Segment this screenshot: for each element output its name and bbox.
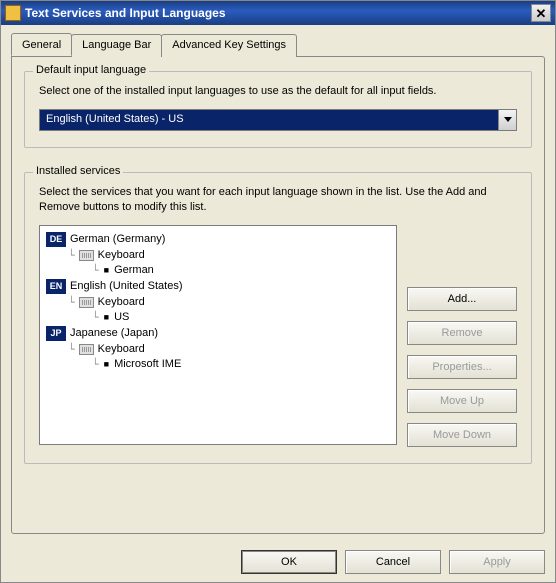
category-row[interactable]: └ Keyboard bbox=[68, 249, 390, 262]
bullet-icon: ■ bbox=[104, 359, 109, 369]
apply-button[interactable]: Apply bbox=[449, 550, 545, 574]
category-row[interactable]: └ Keyboard bbox=[68, 296, 390, 309]
add-button[interactable]: Add... bbox=[407, 287, 517, 311]
properties-button[interactable]: Properties... bbox=[407, 355, 517, 379]
language-badge: EN bbox=[46, 279, 66, 294]
app-icon bbox=[5, 5, 21, 21]
tree-connector: └ bbox=[68, 343, 75, 356]
dialog-buttons: OK Cancel Apply bbox=[1, 540, 555, 582]
services-tree[interactable]: DE German (Germany) └ Keyboard └ ■ German EN Eng… bbox=[39, 225, 397, 445]
category-label: Keyboard bbox=[98, 249, 145, 261]
cancel-button[interactable]: Cancel bbox=[345, 550, 441, 574]
default-language-dropdown[interactable]: English (United States) - US bbox=[39, 109, 517, 131]
close-icon: ✕ bbox=[536, 7, 547, 20]
keyboard-icon bbox=[79, 344, 94, 355]
default-language-value: English (United States) - US bbox=[40, 110, 498, 130]
group-installed-services-label: Installed services bbox=[33, 165, 123, 177]
category-row[interactable]: └ Keyboard bbox=[68, 343, 390, 356]
category-label: Keyboard bbox=[98, 343, 145, 355]
side-buttons: Add... Remove Properties... Move Up Move… bbox=[407, 225, 517, 447]
installed-services-description: Select the services that you want for ea… bbox=[39, 185, 517, 215]
language-row[interactable]: DE German (Germany) bbox=[46, 232, 390, 247]
group-installed-services: Installed services Select the services t… bbox=[24, 172, 532, 464]
services-area: DE German (Germany) └ Keyboard └ ■ German EN Eng… bbox=[39, 225, 517, 447]
language-name: German (Germany) bbox=[70, 233, 165, 245]
bullet-icon: ■ bbox=[104, 312, 109, 322]
language-name: Japanese (Japan) bbox=[70, 327, 158, 339]
keyboard-icon bbox=[79, 250, 94, 261]
dropdown-button[interactable] bbox=[498, 110, 516, 130]
bullet-icon: ■ bbox=[104, 265, 109, 275]
layout-name: German bbox=[114, 264, 154, 276]
chevron-down-icon bbox=[504, 117, 512, 123]
language-name: English (United States) bbox=[70, 280, 183, 292]
tab-panel-general: Default input language Select one of the… bbox=[11, 56, 545, 534]
dialog-window: Text Services and Input Languages ✕ Gene… bbox=[0, 0, 556, 583]
keyboard-icon bbox=[79, 297, 94, 308]
tab-language-bar[interactable]: Language Bar bbox=[71, 34, 162, 57]
group-default-language-label: Default input language bbox=[33, 64, 149, 76]
window-title: Text Services and Input Languages bbox=[25, 6, 226, 20]
layout-name: US bbox=[114, 311, 129, 323]
close-button[interactable]: ✕ bbox=[531, 4, 551, 22]
move-up-button[interactable]: Move Up bbox=[407, 389, 517, 413]
tab-strip: General Language Bar Advanced Key Settin… bbox=[11, 33, 545, 56]
ok-button[interactable]: OK bbox=[241, 550, 337, 574]
tree-connector: └ bbox=[92, 264, 99, 277]
layout-row[interactable]: └ ■ Microsoft IME bbox=[92, 358, 390, 371]
language-row[interactable]: EN English (United States) bbox=[46, 279, 390, 294]
tab-advanced-key[interactable]: Advanced Key Settings bbox=[161, 34, 297, 57]
layout-row[interactable]: └ ■ German bbox=[92, 264, 390, 277]
default-language-description: Select one of the installed input langua… bbox=[39, 84, 517, 99]
move-down-button[interactable]: Move Down bbox=[407, 423, 517, 447]
tab-general[interactable]: General bbox=[11, 33, 72, 56]
language-badge: DE bbox=[46, 232, 66, 247]
category-label: Keyboard bbox=[98, 296, 145, 308]
tree-connector: └ bbox=[68, 296, 75, 309]
titlebar: Text Services and Input Languages ✕ bbox=[1, 1, 555, 25]
remove-button[interactable]: Remove bbox=[407, 321, 517, 345]
tree-connector: └ bbox=[92, 311, 99, 324]
language-badge: JP bbox=[46, 326, 66, 341]
group-default-language: Default input language Select one of the… bbox=[24, 71, 532, 148]
tree-connector: └ bbox=[68, 249, 75, 262]
layout-name: Microsoft IME bbox=[114, 358, 181, 370]
content-area: General Language Bar Advanced Key Settin… bbox=[1, 25, 555, 540]
tree-connector: └ bbox=[92, 358, 99, 371]
language-row[interactable]: JP Japanese (Japan) bbox=[46, 326, 390, 341]
layout-row[interactable]: └ ■ US bbox=[92, 311, 390, 324]
